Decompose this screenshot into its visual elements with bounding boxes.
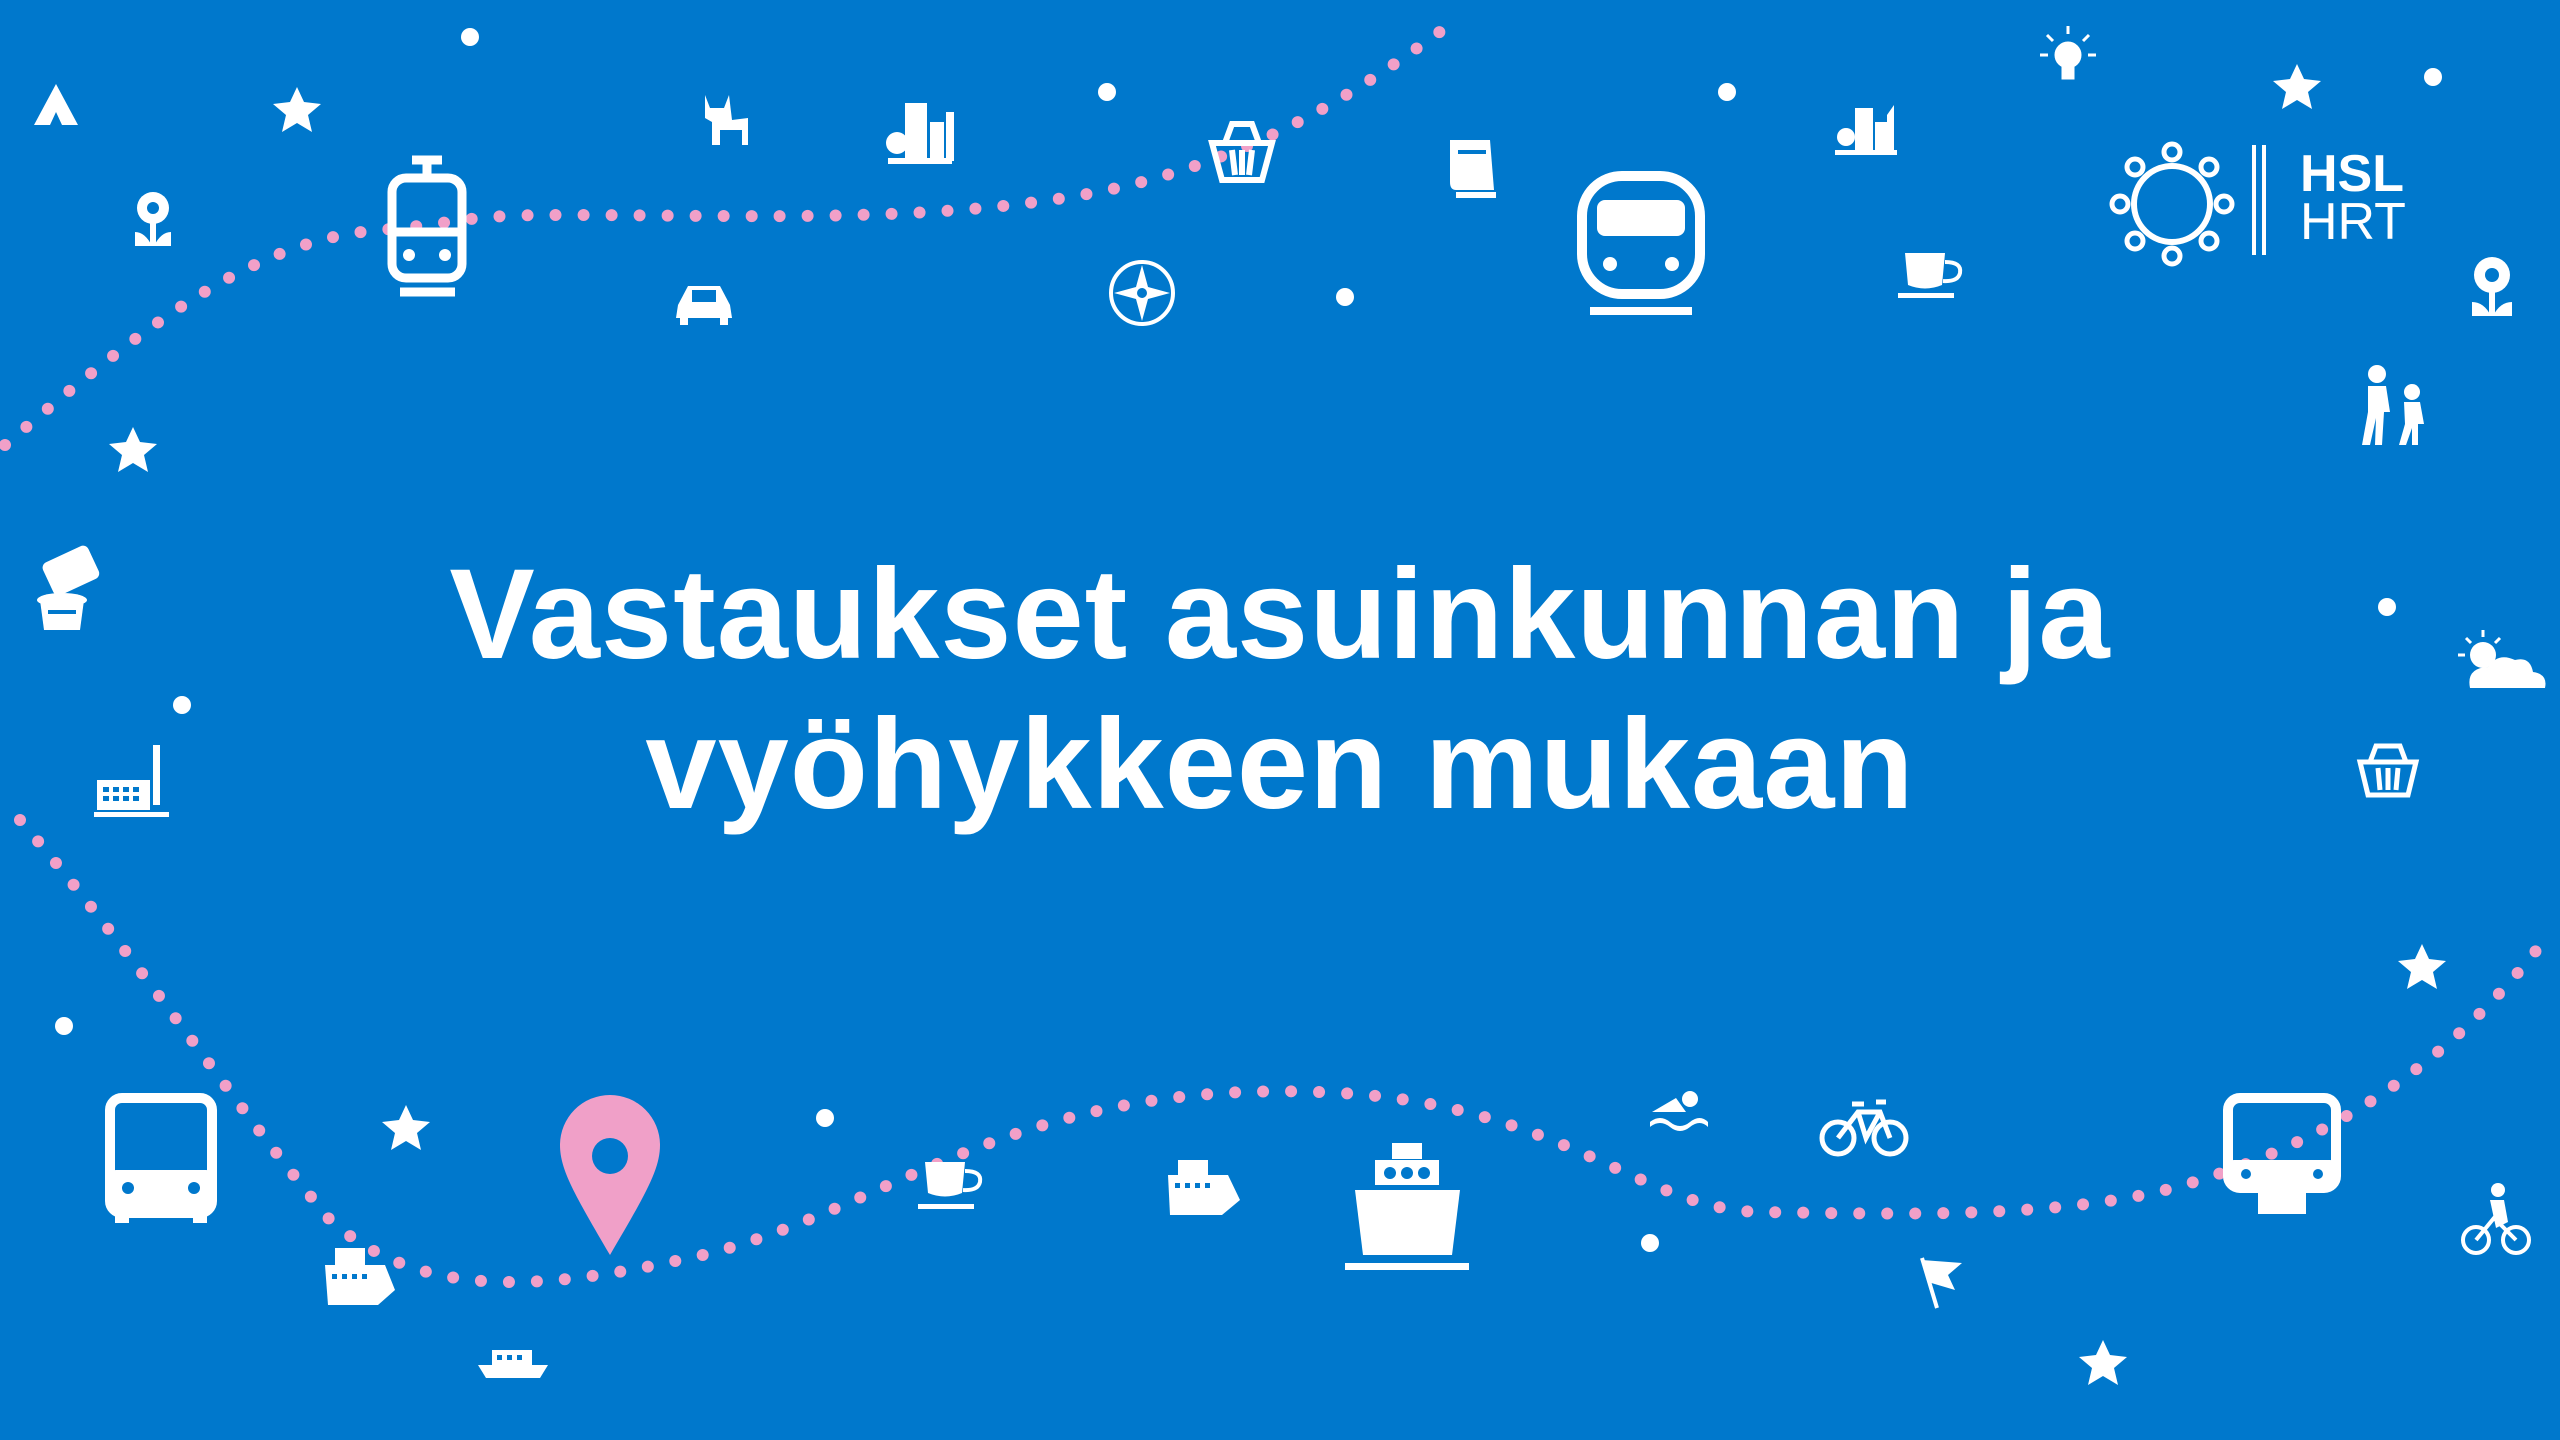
bus-icon: [105, 1093, 217, 1223]
hsl-logo-icon: [2109, 141, 2266, 267]
star-icon: [2273, 64, 2321, 109]
logo-line-1: HSL: [2300, 145, 2404, 203]
tent-icon: [34, 84, 78, 125]
title-line-2: vyöhykkeen mukaan: [645, 693, 1915, 836]
star-icon: [109, 427, 157, 472]
star-icon: [2398, 944, 2446, 989]
dotted-route-bottom: [14, 814, 2558, 1288]
car-icon: [676, 286, 732, 325]
star-icon: [382, 1105, 430, 1150]
ferry-icon: [1168, 1160, 1240, 1215]
star-icon: [273, 87, 321, 132]
hsl-logo-text: HSL HRT: [2300, 145, 2406, 251]
compass-icon: [1109, 260, 1175, 326]
logo-line-2: HRT: [2300, 193, 2406, 251]
star-icon: [2079, 1340, 2127, 1385]
flower-icon: [135, 192, 171, 246]
coffee-cup-icon: [918, 1162, 983, 1209]
cyclist-icon: [2461, 1183, 2531, 1255]
hand-ballot-icon: [37, 545, 100, 630]
dotted-route-top: [0, 22, 1451, 451]
slide-title: Vastaukset asuinkunnan ja vyöhykkeen muk…: [280, 540, 2280, 840]
boat-icon: [478, 1350, 548, 1378]
title-line-1: Vastaukset asuinkunnan ja: [449, 543, 2111, 686]
flower-icon: [2472, 257, 2512, 316]
swimmer-icon: [1650, 1091, 1708, 1131]
flag-icon: [1920, 1257, 1962, 1309]
train-icon: [1577, 171, 1705, 315]
walking-people-icon: [2362, 365, 2424, 445]
cat-icon: [705, 95, 748, 145]
bicycle-icon: [1819, 1099, 1909, 1157]
lightbulb-icon: [2040, 26, 2096, 80]
factory-icon: [94, 745, 169, 817]
weather-icon: [2458, 630, 2546, 688]
tram-icon: [387, 155, 467, 297]
location-pin-icon: [560, 1095, 660, 1255]
coffee-cup-icon: [1898, 253, 1963, 298]
city-buildings-icon: [1835, 105, 1897, 155]
metro-icon: [2223, 1093, 2341, 1214]
book-icon: [1450, 140, 1496, 198]
city-buildings-icon: [886, 103, 954, 164]
shopping-basket-icon: [2356, 743, 2420, 798]
ship-icon: [1345, 1143, 1469, 1270]
ferry-icon: [325, 1248, 395, 1305]
